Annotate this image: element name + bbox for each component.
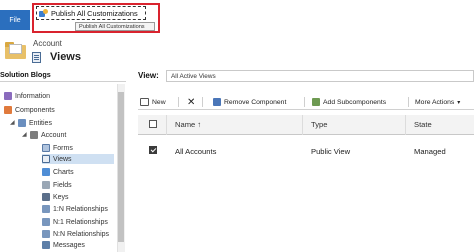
command-bar: New ✕ Remove Component Add Subcomponents… <box>138 95 474 110</box>
entity-type-label: Account <box>33 39 62 48</box>
tree-item-n1-relationships[interactable]: N:1 Relationships <box>42 217 108 227</box>
column-header-state[interactable]: State <box>414 120 432 129</box>
remove-component-button[interactable]: Remove Component <box>213 96 286 108</box>
new-button[interactable]: New <box>140 96 166 108</box>
messages-icon <box>42 241 50 249</box>
tree-item-entities[interactable]: ◢ Entities <box>10 118 52 128</box>
keys-icon <box>42 193 50 201</box>
tree-item-keys[interactable]: Keys <box>42 192 69 202</box>
relationship-icon <box>42 218 50 226</box>
delete-button[interactable]: ✕ <box>187 96 195 108</box>
grid-header: Name ↑ Type State <box>138 115 474 135</box>
row-type: Public View <box>311 147 351 156</box>
row-checkbox[interactable] <box>149 146 157 154</box>
column-separator <box>405 115 406 135</box>
fields-icon <box>42 181 50 189</box>
delete-icon: ✕ <box>187 96 196 108</box>
more-actions-button[interactable]: More Actions ▾ <box>415 96 460 108</box>
row-state: Managed <box>414 147 446 156</box>
command-separator <box>178 97 179 107</box>
tree-item-components[interactable]: Components <box>4 105 55 115</box>
account-entity-icon <box>30 131 38 139</box>
view-selector[interactable]: All Active Views <box>166 70 474 82</box>
table-row[interactable]: All Accounts Public View Managed <box>138 137 474 165</box>
add-subcomponents-icon <box>312 98 320 106</box>
remove-component-icon <box>213 98 221 106</box>
publish-tooltip: Publish All Customizations <box>75 22 155 31</box>
publish-all-label: Publish All Customizations <box>51 8 138 18</box>
relationship-icon <box>42 230 50 238</box>
column-header-type[interactable]: Type <box>311 120 327 129</box>
forms-icon <box>42 144 50 152</box>
ribbon: File Publish All Customizations Publish … <box>0 0 474 34</box>
charts-icon <box>42 168 50 176</box>
select-all-checkbox[interactable] <box>149 120 157 128</box>
information-icon <box>4 92 12 100</box>
solution-folder-icon <box>5 42 26 59</box>
tree-item-fields[interactable]: Fields <box>42 180 72 190</box>
tree-item-nn-relationships[interactable]: N:N Relationships <box>42 229 109 239</box>
tree-item-account[interactable]: ◢ Account <box>22 130 66 140</box>
command-separator <box>408 97 409 107</box>
new-icon <box>140 98 149 106</box>
views-icon <box>42 155 50 163</box>
tree-item-1n-relationships[interactable]: 1:N Relationships <box>42 204 108 214</box>
tree-item-messages[interactable]: Messages <box>42 240 85 250</box>
column-separator <box>166 115 167 135</box>
entities-icon <box>18 119 26 127</box>
publish-icon <box>39 8 48 18</box>
page-title: Views <box>50 51 81 63</box>
collapse-icon[interactable]: ◢ <box>22 132 27 138</box>
chevron-down-icon: ▾ <box>457 99 461 106</box>
components-icon <box>4 106 12 114</box>
command-separator <box>202 97 203 107</box>
row-name[interactable]: All Accounts <box>175 147 216 156</box>
collapse-icon[interactable]: ◢ <box>10 120 15 126</box>
tree-item-views[interactable]: Views <box>42 154 114 164</box>
command-separator <box>304 97 305 107</box>
publish-all-customizations-button[interactable]: Publish All Customizations <box>36 6 146 20</box>
tree-scrollbar-thumb[interactable] <box>118 92 124 242</box>
column-header-name[interactable]: Name ↑ <box>175 120 201 129</box>
view-label: View: <box>138 71 159 80</box>
views-header-icon <box>32 52 41 63</box>
add-subcomponents-button[interactable]: Add Subcomponents <box>312 96 386 108</box>
tree-item-forms[interactable]: Forms <box>42 143 73 153</box>
solution-title: Solution Blogs <box>0 70 51 79</box>
tree-item-charts[interactable]: Charts <box>42 167 74 177</box>
relationship-icon <box>42 205 50 213</box>
file-button[interactable]: File <box>0 10 30 30</box>
tree-item-information[interactable]: Information <box>4 91 50 101</box>
tree-divider <box>0 81 126 82</box>
solution-tree: Information Components ◢ Entities ◢ Acco… <box>0 84 126 252</box>
column-separator <box>302 115 303 135</box>
